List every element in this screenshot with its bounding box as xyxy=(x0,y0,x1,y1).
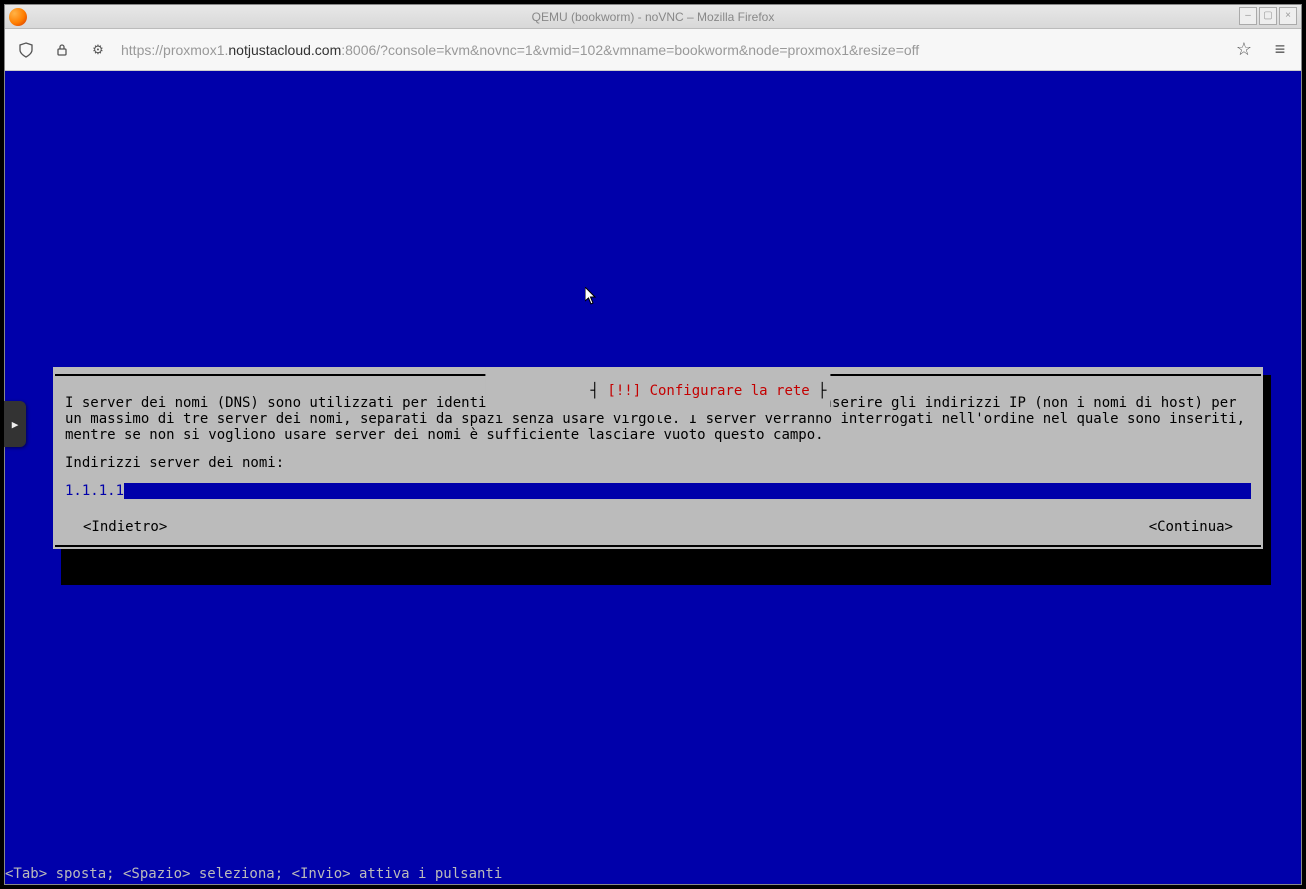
hamburger-menu-icon[interactable]: ≡ xyxy=(1267,37,1293,63)
dialog-titlebar: ┤ [!!] Configurare la rete ├ xyxy=(53,367,1263,383)
url-host-domain: notjustacloud.com xyxy=(228,42,341,58)
window-title: QEMU (bookworm) - noVNC – Mozilla Firefo… xyxy=(532,10,775,24)
url-protocol: https:// xyxy=(121,42,163,58)
url-path: :8006/?console=kvm&novnc=1&vmid=102&vmna… xyxy=(341,42,919,58)
close-button[interactable]: × xyxy=(1279,7,1297,25)
dialog-title: Configurare la rete xyxy=(650,383,810,399)
dns-input-value: 1.1.1.1 xyxy=(65,483,124,499)
novnc-panel-toggle[interactable]: ▶ xyxy=(4,401,26,447)
network-config-dialog: ┤ [!!] Configurare la rete ├ I server de… xyxy=(53,367,1263,549)
lock-icon[interactable] xyxy=(49,37,75,63)
url-field[interactable]: https://proxmox1.notjustacloud.com:8006/… xyxy=(121,42,1221,58)
novnc-canvas[interactable]: ▶ ┤ [!!] Configurare la rete ├ I server … xyxy=(5,71,1301,884)
shield-icon[interactable] xyxy=(13,37,39,63)
url-host-prefix: proxmox1. xyxy=(163,42,228,58)
chevron-right-icon: ▶ xyxy=(12,418,19,431)
window-titlebar: QEMU (bookworm) - noVNC – Mozilla Firefo… xyxy=(5,5,1301,29)
address-bar: ⚙ https://proxmox1.notjustacloud.com:800… xyxy=(5,29,1301,71)
permissions-icon[interactable]: ⚙ xyxy=(85,37,111,63)
firefox-window: QEMU (bookworm) - noVNC – Mozilla Firefo… xyxy=(4,4,1302,885)
dialog-priority-marker: [!!] xyxy=(607,383,641,399)
bookmark-star-icon[interactable]: ☆ xyxy=(1231,37,1257,63)
window-controls: – ▢ × xyxy=(1239,7,1297,25)
minimize-button[interactable]: – xyxy=(1239,7,1257,25)
maximize-button[interactable]: ▢ xyxy=(1259,7,1277,25)
dns-input[interactable]: 1.1.1.1 xyxy=(65,483,1251,499)
continue-button[interactable]: <Continua> xyxy=(1149,519,1233,535)
back-button[interactable]: <Indietro> xyxy=(83,519,167,535)
installer-help-bar: <Tab> sposta; <Spazio> seleziona; <Invio… xyxy=(5,864,502,884)
firefox-icon xyxy=(9,8,27,26)
installer-screen: ▶ ┤ [!!] Configurare la rete ├ I server … xyxy=(5,71,1301,884)
dns-field-label: Indirizzi server dei nomi: xyxy=(65,455,1251,471)
